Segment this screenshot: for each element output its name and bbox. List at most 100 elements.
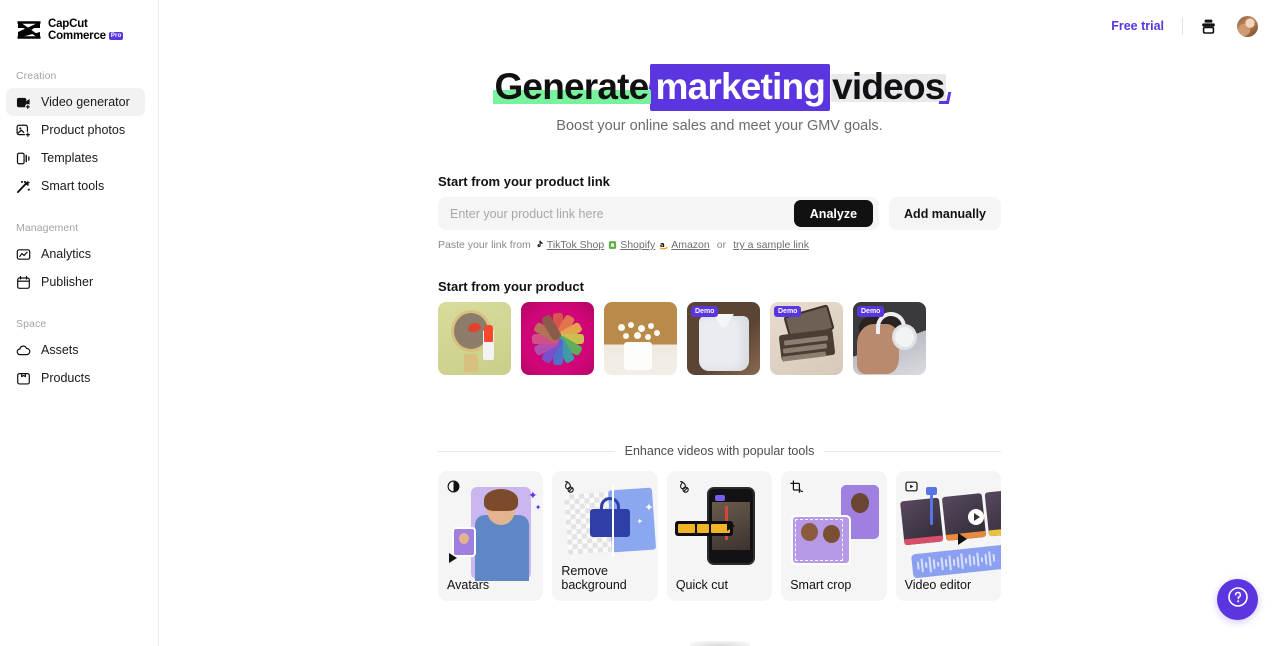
sidebar-item-products[interactable]: Products xyxy=(6,364,145,392)
tool-label-smart-crop: Smart crop xyxy=(790,578,852,593)
analyze-button[interactable]: Analyze xyxy=(793,200,874,227)
nav-group-label-space: Space xyxy=(16,318,47,331)
paste-sources-row: Paste your link from TikTok Shop Shopify xyxy=(438,239,1001,251)
product-thumb-headphones-man[interactable]: Demo xyxy=(853,302,926,375)
scroll-hint xyxy=(689,641,750,646)
source-amazon-label: Amazon xyxy=(671,239,710,251)
topbar-divider xyxy=(1182,17,1183,35)
publisher-icon xyxy=(16,275,31,290)
headline-word-generate: Generate xyxy=(493,66,652,107)
tool-label-remove-background: Remove background xyxy=(561,563,627,593)
tools-section: Enhance videos with popular tools ✦ ✦ Ava… xyxy=(438,444,1002,601)
main-content: Free trial Generate marketing videos Boost… xyxy=(159,0,1280,646)
sidebar-label-product-photos: Product photos xyxy=(41,123,126,138)
sidebar-label-templates: Templates xyxy=(41,151,98,166)
paste-prefix-label: Paste your link from xyxy=(438,239,531,251)
tool-card-avatars[interactable]: ✦ ✦ Avatars xyxy=(438,471,544,601)
capcut-logo-icon xyxy=(16,20,42,40)
product-link-input-wrap: Analyze xyxy=(438,197,880,230)
product-section-title: Start from your product xyxy=(438,279,584,294)
tool-card-video-editor[interactable]: Video editor xyxy=(895,471,1002,601)
source-tiktok-label: TikTok Shop xyxy=(546,239,605,251)
tool-label-video-editor: Video editor xyxy=(904,578,972,593)
products-icon xyxy=(16,371,31,386)
tools-divider: Enhance videos with popular tools xyxy=(438,444,1001,458)
free-trial-link[interactable]: Free trial xyxy=(1111,19,1182,33)
product-thumb-flower-vase[interactable] xyxy=(604,302,677,375)
quick-cut-icon xyxy=(676,480,689,493)
hero: Generate marketing videos Boost your onlin… xyxy=(159,64,1280,134)
page-title: Generate marketing videos xyxy=(493,64,951,111)
source-shopify[interactable]: Shopify xyxy=(608,239,655,251)
brand-logo[interactable]: CapCut Commerce Pro xyxy=(0,12,158,42)
tool-card-list: ✦ ✦ Avatars ✦ ✦ Remove background Quick … xyxy=(438,471,1002,601)
tool-card-quick-cut[interactable]: Quick cut xyxy=(666,471,773,601)
tool-label-avatars: Avatars xyxy=(447,578,490,593)
sidebar-item-templates[interactable]: Templates xyxy=(6,144,145,172)
source-shopify-label: Shopify xyxy=(620,239,656,251)
video-generator-icon xyxy=(16,95,31,110)
add-manually-button[interactable]: Add manually xyxy=(889,197,1001,230)
analytics-icon xyxy=(16,247,31,262)
sidebar-label-smart-tools: Smart tools xyxy=(41,179,105,194)
sidebar-item-analytics[interactable]: Analytics xyxy=(6,240,145,268)
hero-subtitle: Boost your online sales and meet your GM… xyxy=(556,118,883,134)
brand-line-1: CapCut xyxy=(48,18,88,30)
product-thumb-white-shirt[interactable]: Demo xyxy=(687,302,760,375)
export-icon[interactable] xyxy=(1200,18,1217,35)
tool-card-remove-background[interactable]: ✦ ✦ Remove background xyxy=(552,471,658,601)
paste-or-label: or xyxy=(716,239,727,251)
sidebar-label-publisher: Publisher xyxy=(41,275,94,290)
product-thumb-eyeshadow-palette[interactable]: Demo xyxy=(770,302,843,375)
product-link-row: Analyze Add manually xyxy=(438,197,1001,230)
sidebar: CapCut Commerce Pro Creation Video gener… xyxy=(0,0,159,646)
headline-word-videos: videos xyxy=(831,66,946,107)
brand-text: CapCut Commerce Pro xyxy=(48,18,124,43)
video-editor-icon xyxy=(905,480,918,493)
amazon-icon: a xyxy=(659,240,668,250)
pro-badge: Pro xyxy=(108,31,124,41)
help-question-icon xyxy=(1227,586,1249,613)
link-section-title: Start from your product link xyxy=(438,174,610,189)
nav-group-label-management: Management xyxy=(16,222,79,235)
sidebar-item-video-generator[interactable]: Video generator xyxy=(6,88,145,117)
sidebar-item-smart-tools[interactable]: Smart tools xyxy=(6,172,145,200)
brand-line-2: Commerce xyxy=(48,30,106,43)
sidebar-label-assets: Assets xyxy=(41,343,79,358)
sidebar-label-analytics: Analytics xyxy=(41,247,92,262)
source-amazon[interactable]: a Amazon xyxy=(659,239,710,251)
source-tiktok-shop[interactable]: TikTok Shop xyxy=(535,239,604,251)
nav-group-creation: Creation Video generator Product photos … xyxy=(0,70,158,200)
quote-close-icon xyxy=(938,92,951,104)
assets-icon xyxy=(16,343,31,358)
tool-card-smart-crop[interactable]: Smart crop xyxy=(781,471,887,601)
product-photos-icon xyxy=(16,123,31,138)
nav-group-space: Space Assets Products xyxy=(0,318,158,392)
sidebar-label-video-generator: Video generator xyxy=(41,95,130,110)
divider-line-right xyxy=(824,450,1001,452)
demo-badge: Demo xyxy=(691,306,719,317)
tool-label-quick-cut: Quick cut xyxy=(675,578,728,593)
avatar-contrast-icon xyxy=(447,480,460,493)
try-sample-link[interactable]: try a sample link xyxy=(733,239,809,251)
user-avatar[interactable] xyxy=(1237,15,1258,37)
shopify-icon xyxy=(608,240,617,250)
tools-divider-title: Enhance videos with popular tools xyxy=(624,444,815,458)
svg-text:a: a xyxy=(660,240,665,249)
headline-word-marketing: marketing xyxy=(650,64,831,111)
templates-icon xyxy=(16,151,31,166)
app-root: CapCut Commerce Pro Creation Video gener… xyxy=(0,0,1280,646)
product-thumb-lipstick-mirror[interactable] xyxy=(438,302,511,375)
nav-group-management: Management Analytics Publisher xyxy=(0,222,158,296)
smart-crop-icon xyxy=(790,480,804,493)
sidebar-item-product-photos[interactable]: Product photos xyxy=(6,116,145,144)
product-thumbnail-list: Demo Demo Demo xyxy=(438,302,1001,375)
sidebar-item-publisher[interactable]: Publisher xyxy=(6,268,145,296)
help-button[interactable] xyxy=(1217,579,1258,620)
tiktok-icon xyxy=(535,240,544,250)
product-thumb-lipstick-wheel[interactable] xyxy=(521,302,594,375)
product-link-input[interactable] xyxy=(438,197,794,230)
demo-badge: Demo xyxy=(857,306,885,317)
smart-tools-icon xyxy=(16,179,31,194)
sidebar-item-assets[interactable]: Assets xyxy=(6,336,145,364)
